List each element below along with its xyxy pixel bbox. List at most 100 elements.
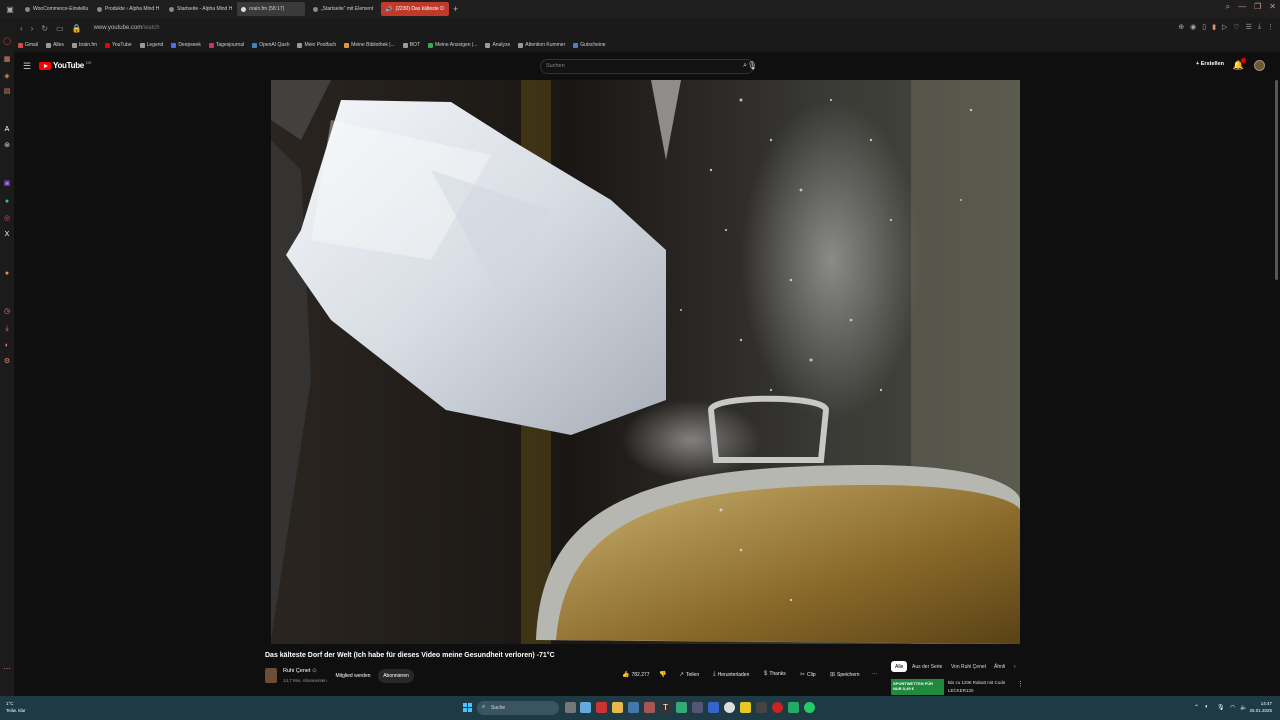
hamburger-menu-icon[interactable]: ☰ bbox=[23, 61, 31, 72]
tab-produkte[interactable]: Produkte ‹ Alpha Mind H bbox=[93, 2, 161, 16]
app-icon[interactable] bbox=[772, 702, 783, 713]
account-avatar[interactable] bbox=[1254, 60, 1265, 71]
app-icon[interactable] bbox=[644, 702, 655, 713]
downloads-icon[interactable]: ⤓ bbox=[3, 325, 11, 333]
reload-icon[interactable]: ↻ bbox=[41, 24, 48, 33]
search-input[interactable]: Suchen ⌕ bbox=[540, 59, 754, 74]
app-icon[interactable] bbox=[788, 702, 799, 713]
search-tabs-icon[interactable]: ⌕ bbox=[1226, 2, 1230, 12]
sidebar-more-icon[interactable]: ⋯ bbox=[3, 666, 11, 674]
bookmark-item[interactable]: Deepseek bbox=[171, 42, 201, 48]
youtube-logo[interactable]: YouTube DE bbox=[39, 60, 92, 70]
store-icon[interactable] bbox=[628, 702, 639, 713]
chrome-icon[interactable] bbox=[724, 702, 735, 713]
task-view-icon[interactable] bbox=[565, 702, 576, 713]
tray-chevron-icon[interactable]: ⌃ bbox=[1194, 704, 1199, 711]
create-button[interactable]: + Erstellen bbox=[1196, 61, 1224, 67]
extension-icon[interactable]: ▮ bbox=[1212, 23, 1216, 31]
twitch-icon[interactable]: ▣ bbox=[3, 180, 11, 188]
bookmark-item[interactable]: Analyze bbox=[485, 42, 510, 48]
bookmark-page-icon[interactable]: ▯ bbox=[1202, 23, 1206, 31]
video-player[interactable] bbox=[271, 80, 1020, 644]
history-icon[interactable]: ◷ bbox=[3, 308, 11, 316]
tab-brainfm[interactable]: orain.fm (58:17) bbox=[237, 2, 305, 16]
word-icon[interactable] bbox=[740, 702, 751, 713]
weather-widget[interactable]: 1°C Teilw. klar bbox=[6, 700, 26, 714]
tray-mic-icon[interactable]: 🎙 bbox=[1217, 704, 1225, 711]
save-button[interactable]: ⊞ Speichern bbox=[830, 671, 860, 679]
channel-avatar[interactable] bbox=[265, 668, 277, 683]
flow-icon[interactable]: ◈ bbox=[3, 73, 11, 81]
new-tab-button[interactable]: + bbox=[453, 4, 458, 14]
wallet-icon[interactable]: ▤ bbox=[3, 88, 11, 96]
app-icon[interactable] bbox=[692, 702, 703, 713]
bookmark-item[interactable]: Gmail bbox=[18, 42, 38, 48]
bookmark-item[interactable]: YouTube bbox=[104, 42, 132, 48]
explorer-icon[interactable] bbox=[612, 702, 623, 713]
bookmark-item[interactable]: Mein Postfach bbox=[297, 42, 336, 48]
chip-next-icon[interactable]: › bbox=[1010, 661, 1020, 672]
ad-banner[interactable]: SPORTWETTEN FÜR NUR 0,49 € bbox=[891, 679, 944, 695]
tab-woocommerce[interactable]: WooCommerce-Einstellu bbox=[21, 2, 89, 16]
whatsapp-icon[interactable]: ● bbox=[3, 198, 11, 206]
close-window-button[interactable]: ✕ bbox=[1269, 2, 1276, 12]
microphone-icon[interactable]: 🎙 bbox=[747, 61, 757, 70]
page-scrollbar[interactable] bbox=[1275, 80, 1278, 280]
clip-button[interactable]: ✂ Clip bbox=[800, 671, 816, 679]
url-field[interactable]: www.youtube.com/watch bbox=[94, 25, 160, 31]
download-icon[interactable]: ⤓ bbox=[1258, 23, 1261, 31]
bookmark-item[interactable]: Gutscheine bbox=[573, 42, 606, 48]
bookmark-item[interactable]: Tagesjournal bbox=[208, 42, 244, 48]
volume-icon[interactable]: 🔈 bbox=[1240, 704, 1247, 711]
instagram-icon[interactable]: ◎ bbox=[3, 215, 11, 223]
back-icon[interactable]: ‹ bbox=[20, 24, 23, 33]
settings-icon[interactable]: ⚙ bbox=[3, 358, 11, 366]
app-icon[interactable] bbox=[708, 702, 719, 713]
bookmark-item[interactable]: Meine Anzeigen |... bbox=[428, 42, 477, 48]
tray-app-icon[interactable]: ◐ bbox=[1205, 704, 1209, 710]
thanks-button[interactable]: $ Thanks bbox=[764, 671, 786, 677]
windows-start-icon[interactable] bbox=[463, 703, 472, 712]
camera-icon[interactable]: ◉ bbox=[1190, 23, 1196, 31]
bookmark-item[interactable]: BOT bbox=[402, 42, 420, 48]
clock[interactable]: 14:47 26.01.2025 bbox=[1249, 700, 1272, 714]
zoom-icon[interactable]: ⊕ bbox=[1178, 23, 1184, 31]
taskbar-search[interactable]: ⌕ Suche bbox=[477, 701, 559, 715]
bookmark-item[interactable]: Meine Bibliothek |... bbox=[344, 42, 395, 48]
easy-setup-icon[interactable]: ☰ bbox=[1246, 23, 1252, 31]
opera-icon[interactable]: ◯ bbox=[3, 38, 11, 46]
wifi-icon[interactable]: ◠ bbox=[1230, 704, 1235, 711]
bookmark-item[interactable]: Alles bbox=[46, 42, 64, 48]
subscribe-button[interactable]: Abonnieren bbox=[378, 669, 414, 683]
extensions-icon[interactable]: ◐ bbox=[3, 342, 11, 350]
x-icon[interactable]: X bbox=[3, 231, 11, 239]
chip-all[interactable]: Alle bbox=[891, 661, 908, 672]
app-icon[interactable]: T bbox=[660, 702, 671, 713]
chatgpt-icon[interactable]: ⊛ bbox=[3, 142, 11, 150]
whatsapp-app-icon[interactable] bbox=[804, 702, 815, 713]
bookmark-item[interactable]: brain.fm bbox=[71, 42, 97, 48]
channel-name[interactable]: Ruhi Çenet ⊙ bbox=[283, 668, 317, 674]
opera-app-icon[interactable] bbox=[596, 702, 607, 713]
forward-icon[interactable]: › bbox=[31, 24, 34, 33]
maximize-button[interactable]: ❐ bbox=[1254, 2, 1261, 12]
pinboard-icon[interactable]: ● bbox=[3, 270, 11, 278]
ad-more-icon[interactable]: ⋮ bbox=[1017, 680, 1024, 688]
share-button[interactable]: ↗ Teilen bbox=[679, 671, 699, 679]
aria-icon[interactable]: A bbox=[3, 126, 11, 134]
more-actions-button[interactable]: ··· bbox=[872, 671, 877, 677]
ad-text[interactable]: Bis zu 120€ Rabatt mit Code LECKER120 bbox=[948, 679, 1016, 695]
download-button[interactable]: ⤓ Herunterladen bbox=[713, 671, 749, 678]
like-button[interactable]: 👍 782.277 bbox=[622, 671, 650, 679]
app-icon[interactable] bbox=[756, 702, 767, 713]
chip-channel[interactable]: Von Ruhi Çenet bbox=[947, 661, 990, 672]
tab-overview-icon[interactable]: ▭ bbox=[56, 24, 64, 33]
workspace-icon[interactable]: ▣ bbox=[3, 2, 17, 16]
heart-icon[interactable]: ♡ bbox=[1233, 23, 1239, 31]
audio-playing-icon[interactable]: 🔊 bbox=[385, 6, 392, 13]
shop-icon[interactable]: ▦ bbox=[3, 56, 11, 64]
minimize-button[interactable]: — bbox=[1238, 2, 1246, 12]
bookmark-item[interactable]: Attention Kummer bbox=[518, 42, 565, 48]
bookmark-item[interactable]: OpenAI Qash bbox=[252, 42, 289, 48]
chip-series[interactable]: Aus der Serie bbox=[908, 661, 946, 672]
